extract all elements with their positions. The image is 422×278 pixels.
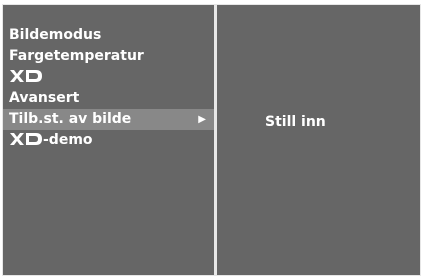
xd-logo-icon	[10, 132, 42, 145]
submenu-panel: Still inn	[217, 5, 420, 275]
menu-item-xd[interactable]	[3, 67, 214, 88]
main-menu-panel: Bildemodus Fargetemperatur Avansert Tilb…	[3, 5, 214, 275]
submenu-option-still-inn[interactable]: Still inn	[265, 114, 326, 130]
picture-menu-list: Bildemodus Fargetemperatur Avansert Tilb…	[3, 25, 214, 151]
menu-item-label: -demo	[43, 132, 93, 148]
menu-item-xd-demo[interactable]: -demo	[3, 130, 214, 151]
menu-item-label: Fargetemperatur	[9, 48, 144, 64]
menu-item-label: Avansert	[9, 90, 80, 106]
menu-item-tilbakestill-bilde[interactable]: Tilb.st. av bilde ▶	[3, 109, 214, 130]
right-triangle-icon: ▶	[198, 114, 206, 125]
menu-item-label: Bildemodus	[9, 27, 102, 43]
menu-item-label: Tilb.st. av bilde	[9, 111, 132, 127]
menu-item-bildemodus[interactable]: Bildemodus	[3, 25, 214, 46]
menu-item-fargetemperatur[interactable]: Fargetemperatur	[3, 46, 214, 67]
osd-menu-window: Bildemodus Fargetemperatur Avansert Tilb…	[2, 4, 421, 276]
xd-logo-icon	[10, 69, 42, 82]
menu-item-avansert[interactable]: Avansert	[3, 88, 214, 109]
